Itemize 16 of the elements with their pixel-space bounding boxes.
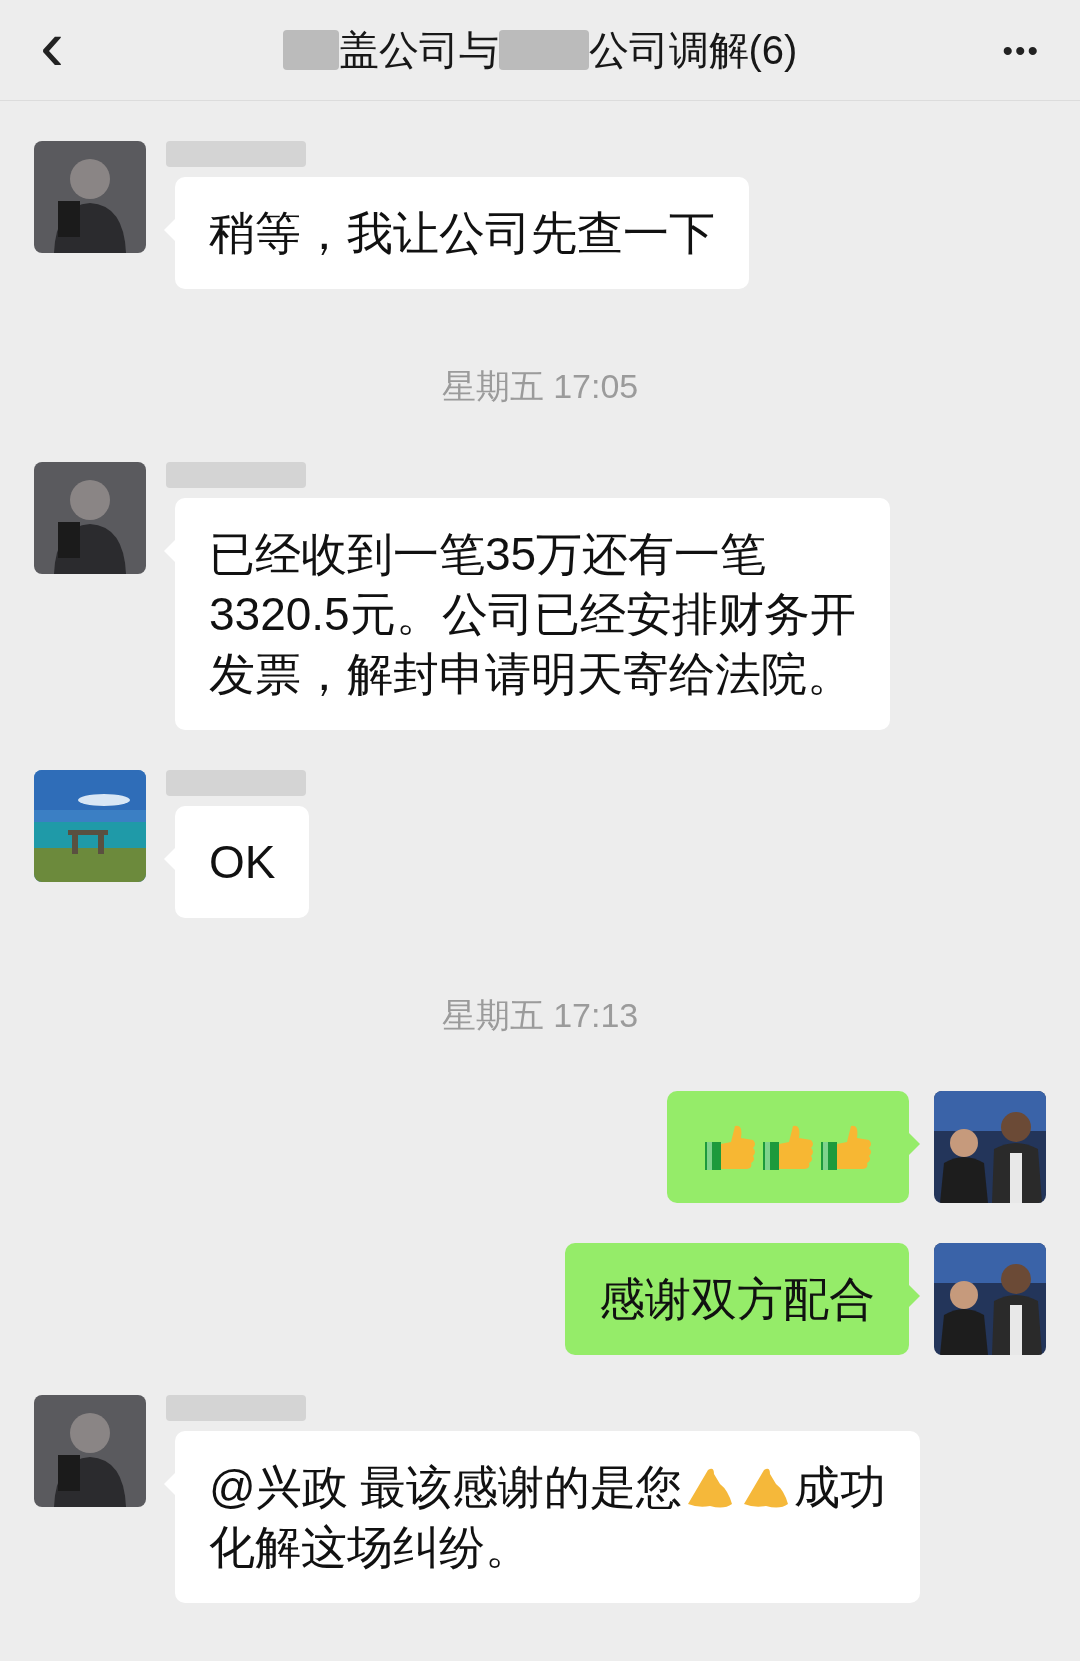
message-text: 3320.5元。公司已经安排财务开	[209, 587, 856, 642]
message-text: @兴政 最该感谢的是您	[209, 1460, 683, 1515]
back-button[interactable]: ‹	[40, 9, 100, 81]
message-text: 已经收到一笔35万还有一笔	[209, 527, 767, 582]
chat-title: 公司调解(6)	[588, 27, 798, 74]
message-text: OK	[209, 835, 276, 890]
more-button[interactable]: •••	[980, 27, 1040, 73]
message-text: 稍等，我让公司先查一下	[209, 206, 715, 261]
message-text: 感谢双方配合	[599, 1272, 875, 1327]
message-text: 化解这场纠纷。	[209, 1520, 531, 1575]
chat-title: 盖公司与	[338, 27, 499, 74]
timestamp: 星期五 17:05	[441, 366, 639, 407]
redaction-blur	[282, 30, 339, 70]
message-text: 成功	[794, 1460, 887, 1515]
message-text: 发票，解封申请明天寄给法院。	[209, 647, 853, 702]
timestamp: 星期五 17:13	[441, 995, 639, 1036]
